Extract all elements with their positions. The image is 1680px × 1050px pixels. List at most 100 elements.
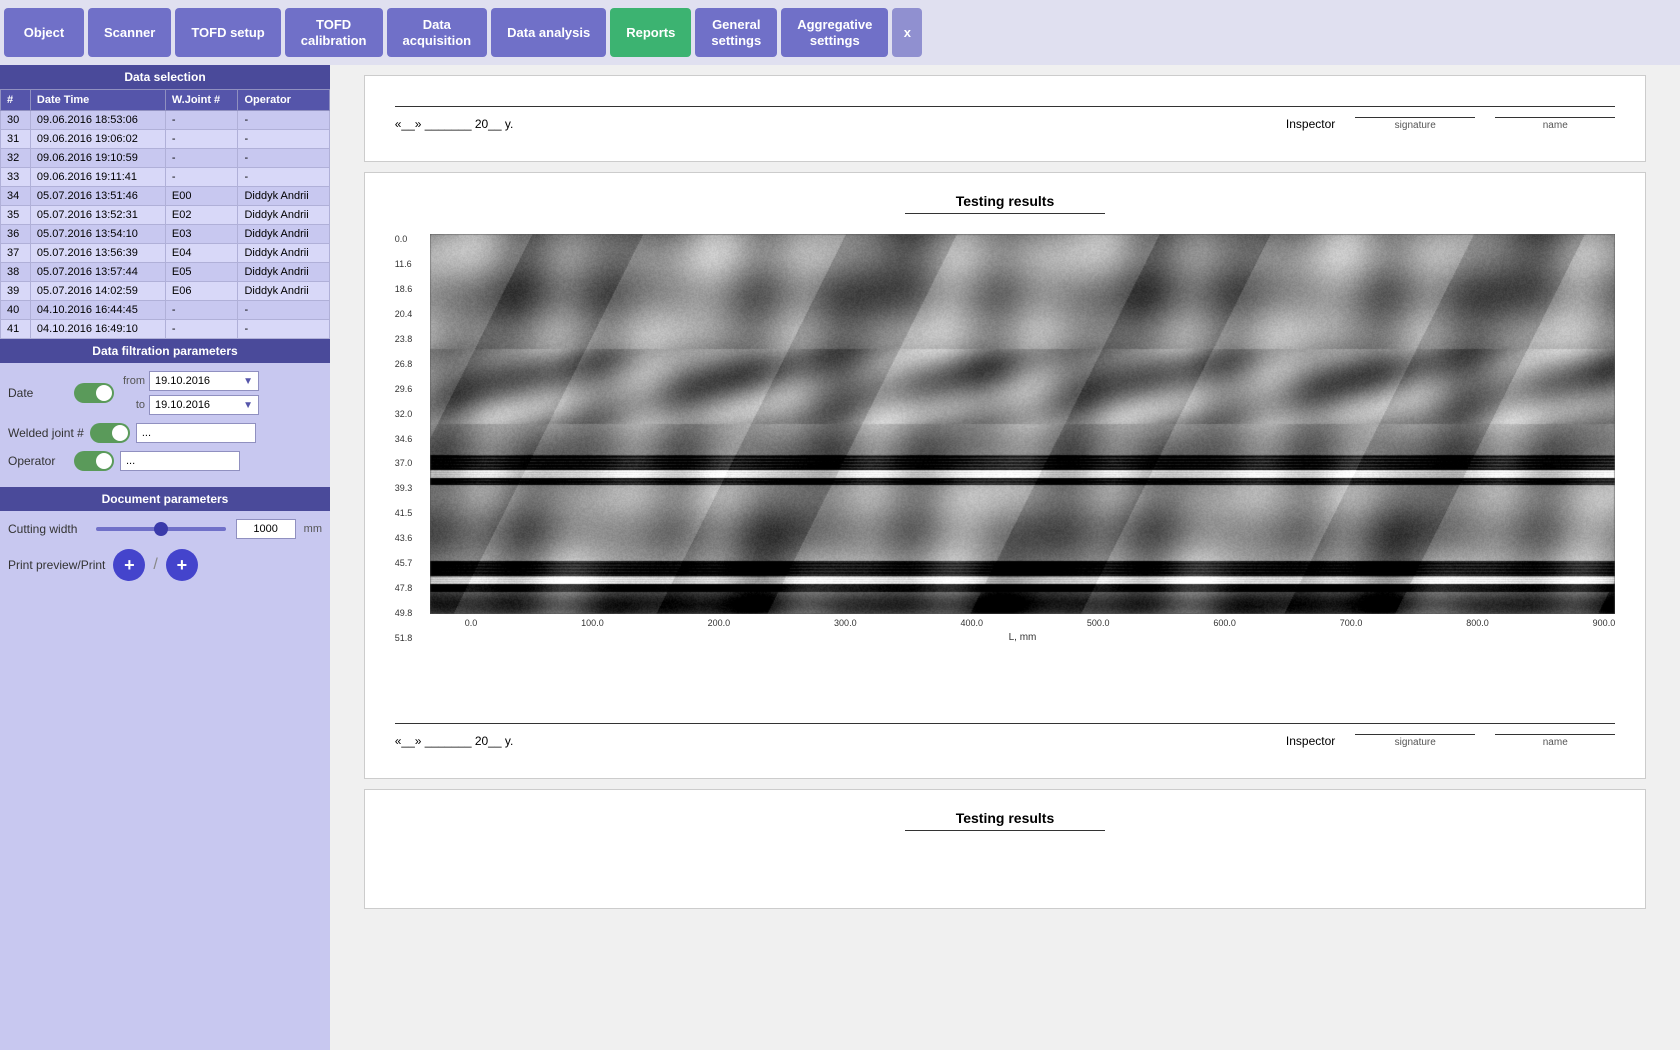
x-axis-tick: 500.0 bbox=[1087, 618, 1110, 628]
y-axis-tick: 51.8 bbox=[395, 633, 426, 643]
row-operator: Diddyk Andrii bbox=[238, 244, 330, 263]
y-axis-tick: 34.6 bbox=[395, 434, 426, 444]
row-id: 37 bbox=[1, 244, 31, 263]
row-wjoint: - bbox=[165, 149, 238, 168]
row-datetime: 05.07.2016 13:56:39 bbox=[30, 244, 165, 263]
welded-joint-toggle[interactable] bbox=[90, 423, 130, 443]
table-row[interactable]: 31 09.06.2016 19:06:02 - - bbox=[1, 130, 330, 149]
row-operator: - bbox=[238, 111, 330, 130]
date-from-dropdown-icon[interactable]: ▼ bbox=[243, 376, 253, 387]
row-wjoint: - bbox=[165, 168, 238, 187]
date-to-row: to 19.10.2016 ▼ bbox=[120, 395, 259, 415]
row-id: 40 bbox=[1, 301, 31, 320]
row-datetime: 05.07.2016 13:54:10 bbox=[30, 225, 165, 244]
print-btn[interactable]: + bbox=[166, 549, 198, 581]
signature-line-1 bbox=[1355, 117, 1475, 118]
row-datetime: 09.06.2016 18:53:06 bbox=[30, 111, 165, 130]
date-toggle[interactable] bbox=[74, 383, 114, 403]
table-row[interactable]: 34 05.07.2016 13:51:46 E00 Diddyk Andrii bbox=[1, 187, 330, 206]
table-row[interactable]: 40 04.10.2016 16:44:45 - - bbox=[1, 301, 330, 320]
nav-data-analysis[interactable]: Data analysis bbox=[491, 8, 606, 57]
nav-scanner[interactable]: Scanner bbox=[88, 8, 171, 57]
nav-tofd-calibration[interactable]: TOFD calibration bbox=[285, 8, 383, 57]
y-axis-tick: 20.4 bbox=[395, 309, 426, 319]
table-row[interactable]: 36 05.07.2016 13:54:10 E03 Diddyk Andrii bbox=[1, 225, 330, 244]
name-label-2: name bbox=[1543, 737, 1568, 748]
nav-reports[interactable]: Reports bbox=[610, 8, 691, 57]
col-datetime: Date Time bbox=[30, 90, 165, 111]
table-row[interactable]: 37 05.07.2016 13:56:39 E04 Diddyk Andrii bbox=[1, 244, 330, 263]
x-axis-tick: 0.0 bbox=[465, 618, 478, 628]
cutting-width-value[interactable] bbox=[236, 519, 296, 539]
report-page-3: Testing results bbox=[364, 789, 1647, 909]
row-operator: Diddyk Andrii bbox=[238, 282, 330, 301]
row-datetime: 05.07.2016 13:51:46 bbox=[30, 187, 165, 206]
col-wjoint: W.Joint # bbox=[165, 90, 238, 111]
testing-results-title-2: Testing results bbox=[395, 193, 1616, 219]
date-filter-label: Date bbox=[8, 386, 68, 400]
row-wjoint: E04 bbox=[165, 244, 238, 263]
nav-aggregative-settings[interactable]: Aggregative settings bbox=[781, 8, 888, 57]
date-from-input[interactable]: 19.10.2016 ▼ bbox=[149, 371, 259, 391]
date-to-input[interactable]: 19.10.2016 ▼ bbox=[149, 395, 259, 415]
row-operator: Diddyk Andrii bbox=[238, 225, 330, 244]
y-axis-tick: 11.6 bbox=[395, 259, 426, 269]
row-datetime: 09.06.2016 19:10:59 bbox=[30, 149, 165, 168]
table-row[interactable]: 35 05.07.2016 13:52:31 E02 Diddyk Andrii bbox=[1, 206, 330, 225]
date-to-dropdown-icon[interactable]: ▼ bbox=[243, 400, 253, 411]
row-id: 35 bbox=[1, 206, 31, 225]
row-operator: - bbox=[238, 301, 330, 320]
welded-joint-filter-row: Welded joint # bbox=[8, 423, 322, 443]
table-row[interactable]: 30 09.06.2016 18:53:06 - - bbox=[1, 111, 330, 130]
operator-input[interactable] bbox=[120, 451, 240, 471]
report-page-2: Testing results 0.011.618.620.423.826.82… bbox=[364, 172, 1647, 779]
y-axis-tick: 26.8 bbox=[395, 359, 426, 369]
operator-filter-row: Operator bbox=[8, 451, 322, 471]
col-id: # bbox=[1, 90, 31, 111]
nav-data-acquisition[interactable]: Data acquisition bbox=[387, 8, 488, 57]
x-axis-tick: 200.0 bbox=[708, 618, 731, 628]
row-operator: Diddyk Andrii bbox=[238, 206, 330, 225]
tofd-y-axis: 0.011.618.620.423.826.829.632.034.637.03… bbox=[395, 234, 430, 643]
name-block-2: name bbox=[1495, 734, 1615, 748]
name-label-1: name bbox=[1543, 120, 1568, 131]
y-axis-tick: 49.8 bbox=[395, 608, 426, 618]
nav-tofd-setup[interactable]: TOFD setup bbox=[175, 8, 280, 57]
to-label: to bbox=[120, 399, 145, 411]
operator-toggle[interactable] bbox=[74, 451, 114, 471]
table-row[interactable]: 41 04.10.2016 16:49:10 - - bbox=[1, 320, 330, 339]
main-layout: Data selection # Date Time W.Joint # Ope… bbox=[0, 65, 1680, 1050]
signature-line-2 bbox=[1355, 734, 1475, 735]
row-datetime: 04.10.2016 16:49:10 bbox=[30, 320, 165, 339]
cutting-width-label: Cutting width bbox=[8, 522, 88, 536]
nav-object[interactable]: Object bbox=[4, 8, 84, 57]
table-row[interactable]: 33 09.06.2016 19:11:41 - - bbox=[1, 168, 330, 187]
table-row[interactable]: 32 09.06.2016 19:10:59 - - bbox=[1, 149, 330, 168]
row-id: 34 bbox=[1, 187, 31, 206]
document-params-header: Document parameters bbox=[0, 487, 330, 511]
nav-general-settings[interactable]: General settings bbox=[695, 8, 777, 57]
row-wjoint: E06 bbox=[165, 282, 238, 301]
row-datetime: 05.07.2016 13:57:44 bbox=[30, 263, 165, 282]
cutting-width-slider[interactable] bbox=[96, 527, 226, 531]
nav-close[interactable]: x bbox=[892, 8, 922, 57]
report-inspector-2: Inspector signature name bbox=[1286, 734, 1615, 748]
y-axis-tick: 32.0 bbox=[395, 409, 426, 419]
x-axis-tick: 100.0 bbox=[581, 618, 604, 628]
table-row[interactable]: 38 05.07.2016 13:57:44 E05 Diddyk Andrii bbox=[1, 263, 330, 282]
row-datetime: 04.10.2016 16:44:45 bbox=[30, 301, 165, 320]
right-content[interactable]: «__» _______ 20__ y. Inspector signature… bbox=[330, 65, 1680, 1050]
report-date-1: «__» _______ 20__ y. bbox=[395, 117, 1286, 131]
data-table-scroll[interactable]: # Date Time W.Joint # Operator 30 09.06.… bbox=[0, 89, 330, 339]
table-row[interactable]: 39 05.07.2016 14:02:59 E06 Diddyk Andrii bbox=[1, 282, 330, 301]
row-id: 30 bbox=[1, 111, 31, 130]
row-datetime: 09.06.2016 19:11:41 bbox=[30, 168, 165, 187]
signature-block-1: signature bbox=[1355, 117, 1475, 131]
row-wjoint: - bbox=[165, 130, 238, 149]
report-footer-1: «__» _______ 20__ y. Inspector signature… bbox=[395, 106, 1616, 141]
welded-joint-input[interactable] bbox=[136, 423, 256, 443]
row-datetime: 05.07.2016 13:52:31 bbox=[30, 206, 165, 225]
x-axis-title: L, mm bbox=[430, 628, 1616, 643]
print-preview-btn[interactable]: + bbox=[113, 549, 145, 581]
x-axis-tick: 400.0 bbox=[960, 618, 983, 628]
